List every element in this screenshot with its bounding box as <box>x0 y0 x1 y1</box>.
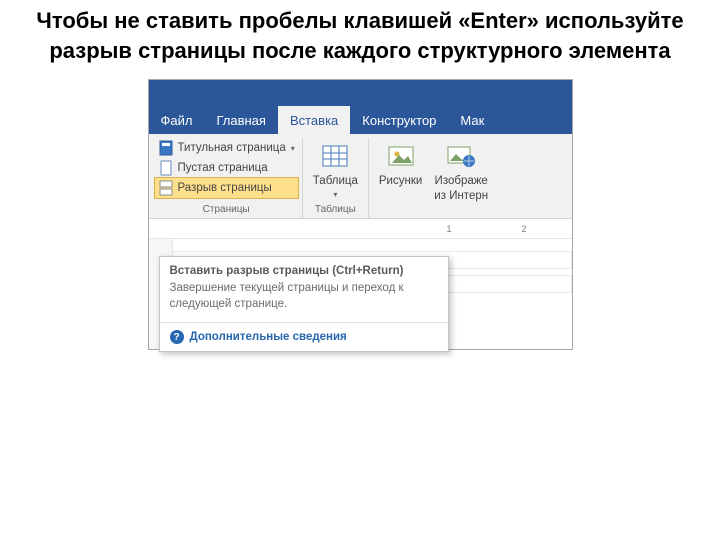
online-pictures-icon <box>445 140 477 172</box>
page-break-label: Разрыв страницы <box>178 182 272 194</box>
pictures-icon <box>385 140 417 172</box>
group-tables: Таблица ▾ Таблицы <box>303 138 369 218</box>
horizontal-ruler: 1 2 <box>149 219 572 239</box>
word-screenshot: Файл Главная Вставка Конструктор Мак Тит… <box>148 79 573 350</box>
cover-page-label: Титульная страница <box>178 142 286 154</box>
dropdown-caret-icon: ▾ <box>291 144 295 153</box>
tab-layout[interactable]: Мак <box>448 106 496 134</box>
window-titlebar <box>149 80 572 106</box>
blank-page-button[interactable]: Пустая страница <box>155 158 298 178</box>
table-label: Таблица <box>313 175 358 187</box>
blank-page-icon <box>158 160 174 176</box>
group-tables-label: Таблицы <box>307 202 364 218</box>
cover-page-icon <box>158 140 174 156</box>
page-break-button[interactable]: Разрыв страницы <box>155 178 298 198</box>
cover-page-button[interactable]: Титульная страница ▾ <box>155 138 298 158</box>
table-button[interactable]: Таблица ▾ <box>307 138 364 199</box>
tab-insert[interactable]: Вставка <box>278 106 350 134</box>
group-illustrations: Рисунки Изображе из Интерн <box>369 138 498 218</box>
group-pages: Титульная страница ▾ Пустая страница Раз… <box>151 138 303 218</box>
pictures-button[interactable]: Рисунки <box>373 138 428 202</box>
tab-design[interactable]: Конструктор <box>350 106 448 134</box>
online-pictures-button[interactable]: Изображе из Интерн <box>428 138 494 202</box>
ribbon-body: Титульная страница ▾ Пустая страница Раз… <box>149 134 572 219</box>
page-break-tooltip: Вставить разрыв страницы (Ctrl+Return) З… <box>159 256 449 352</box>
ruler-mark-1: 1 <box>447 224 452 234</box>
dropdown-caret-icon: ▾ <box>333 190 337 199</box>
tooltip-help-label: Дополнительные сведения <box>190 331 347 343</box>
page-break-icon <box>158 180 174 196</box>
online-pictures-label-2: из Интерн <box>434 190 488 202</box>
blank-page-label: Пустая страница <box>178 162 268 174</box>
online-pictures-label-1: Изображе <box>435 175 488 187</box>
tooltip-body: Завершение текущей страницы и переход к … <box>160 281 448 322</box>
tab-file[interactable]: Файл <box>149 106 205 134</box>
tab-home[interactable]: Главная <box>204 106 277 134</box>
tooltip-help-link[interactable]: ? Дополнительные сведения <box>160 322 448 351</box>
caption-text: Чтобы не ставить пробелы клавишей «Enter… <box>0 0 720 79</box>
pictures-label: Рисунки <box>379 175 422 187</box>
table-icon <box>319 140 351 172</box>
group-pages-label: Страницы <box>155 202 298 218</box>
ribbon-tabs: Файл Главная Вставка Конструктор Мак <box>149 106 572 134</box>
tooltip-title: Вставить разрыв страницы (Ctrl+Return) <box>160 257 448 281</box>
help-icon: ? <box>170 330 184 344</box>
group-illustrations-label <box>373 202 494 218</box>
ruler-mark-2: 2 <box>522 224 527 234</box>
